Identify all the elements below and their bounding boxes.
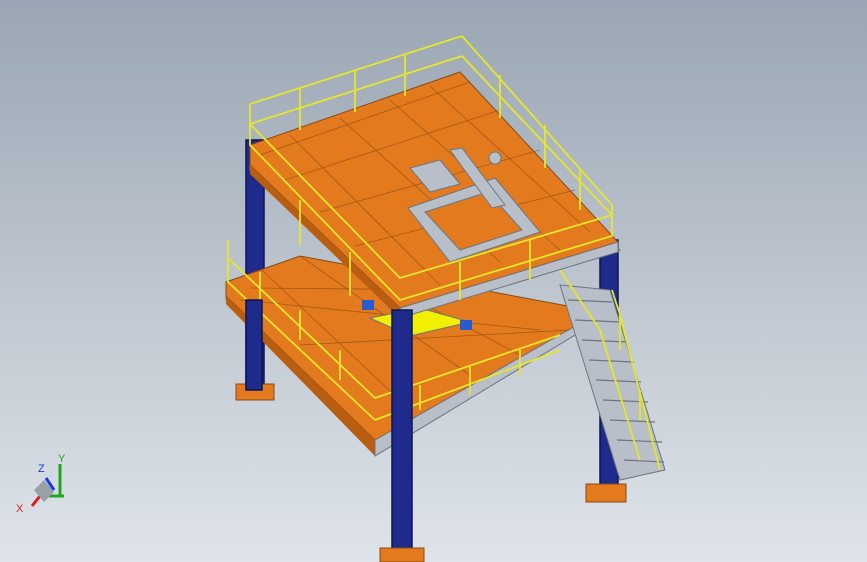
x-axis-label: X (16, 503, 24, 515)
x-axis-arrow (30, 495, 42, 507)
column-front-mid-left (245, 299, 263, 391)
z-axis-label: Z (38, 463, 45, 475)
y-axis-label: Y (58, 453, 66, 465)
axis-triad: X Y Z (16, 453, 66, 515)
deck-hole (488, 151, 502, 165)
platform-model-3d-view[interactable] (0, 0, 867, 562)
cad-viewport[interactable]: X Y Z (0, 0, 867, 562)
